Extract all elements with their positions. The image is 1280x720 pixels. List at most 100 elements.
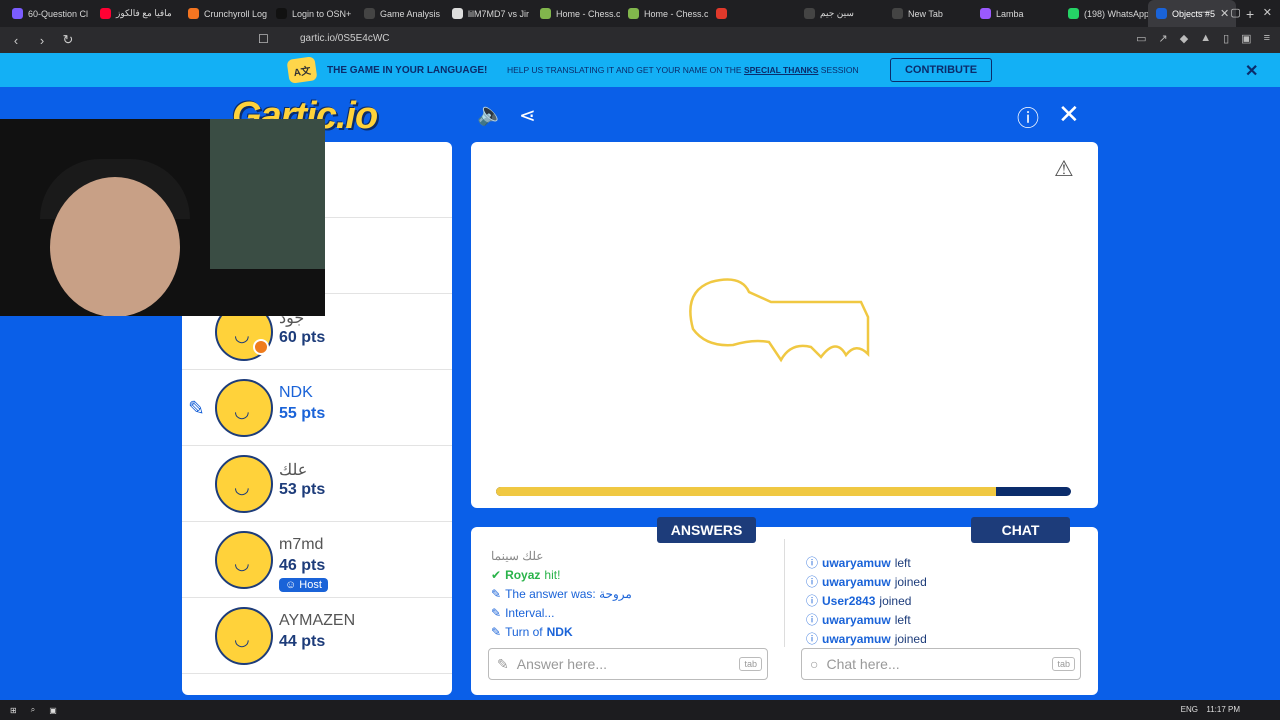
info-icon[interactable]: ⓘ: [1017, 101, 1039, 133]
chat-user[interactable]: uwaryamuw: [822, 575, 891, 589]
tab-label: Game Analysis: [380, 8, 441, 19]
window-controls: — ▢ ✕: [1197, 6, 1272, 19]
host-badge: ☺ Host: [279, 578, 328, 592]
tab-key-hint-chat: tab: [1052, 657, 1075, 671]
player-name: m7md: [279, 536, 324, 553]
status-dot: [253, 339, 269, 355]
window-close-icon[interactable]: ✕: [1263, 6, 1272, 19]
browser-toolbar-icons: ▭ ↗ ◆ ▲ ▯ ▣ ≡: [1136, 32, 1270, 45]
tab-favicon-icon: [540, 8, 551, 19]
taskview-icon[interactable]: ▣: [49, 706, 57, 715]
message-text: The answer was: مروحة: [505, 587, 632, 601]
avatar-face-icon: ◡: [234, 629, 250, 649]
timer-bar: [496, 487, 1071, 496]
forward-icon[interactable]: ›: [32, 33, 52, 48]
browser-tab[interactable]: New Tab: [884, 0, 972, 27]
player-row: ◡ m7md 46 pts ☺ Host: [182, 522, 452, 598]
message-icon: ✎: [491, 587, 502, 601]
message-text: علك سينما: [491, 549, 544, 563]
tab-label: 60-Question Cl: [28, 8, 89, 19]
brave-icon[interactable]: ◆: [1180, 32, 1188, 45]
language-indicator[interactable]: ENG: [1181, 705, 1198, 714]
browser-tab[interactable]: Login to OSN+: [268, 0, 356, 27]
player-name: علك: [279, 462, 308, 479]
browser-tab[interactable]: سين جيم: [796, 0, 884, 27]
tab-label: (198) WhatsApp: [1084, 8, 1148, 19]
wallet-icon[interactable]: ▣: [1241, 32, 1251, 45]
answer-message: ✎ The answer was: مروحة: [491, 587, 632, 601]
answers-tab[interactable]: ANSWERS: [657, 517, 756, 543]
report-icon[interactable]: ⚠: [1054, 156, 1074, 182]
special-thanks-link[interactable]: SPECIAL THANKS: [744, 65, 818, 75]
tab-favicon-icon: [1068, 8, 1079, 19]
browser-tab[interactable]: Home - Chess.c: [532, 0, 620, 27]
start-icon[interactable]: ⊞: [10, 706, 17, 715]
sidebar-icon[interactable]: ▯: [1223, 32, 1229, 45]
taskbar: ⊞ ⌕ ▣ ENG 11:17 PM: [0, 700, 1280, 720]
browser-tab[interactable]: مافيا مع فالكوز: [92, 0, 180, 27]
share-icon[interactable]: ↗: [1159, 32, 1168, 45]
drawing-pencil-icon: ✎: [188, 398, 205, 420]
browser-tab[interactable]: lilM7MD7 vs Jir: [444, 0, 532, 27]
player-points: 44 pts: [279, 633, 326, 650]
minimize-icon[interactable]: —: [1197, 6, 1208, 19]
answer-message: ✎ Turn of NDK: [491, 625, 573, 639]
reload-icon[interactable]: ↻: [58, 32, 78, 48]
bookmark-icon[interactable]: ☐: [258, 32, 269, 46]
host-label: Host: [299, 579, 322, 591]
chat-message: ⓘ uwaryamuw left: [806, 611, 911, 628]
browser-tab[interactable]: Home - Chess.c: [620, 0, 708, 27]
player-avatar: ◡: [215, 531, 273, 589]
tab-favicon-icon: [364, 8, 375, 19]
share-game-icon[interactable]: ⋖: [519, 103, 536, 128]
screen-icon[interactable]: ▭: [1136, 32, 1146, 45]
chat-user[interactable]: uwaryamuw: [822, 632, 891, 646]
answer-placeholder: Answer here...: [516, 656, 607, 672]
browser-tab[interactable]: Game Analysis: [356, 0, 444, 27]
tab-favicon-icon: [12, 8, 23, 19]
browser-tab[interactable]: Lamba: [972, 0, 1060, 27]
browser-tab[interactable]: Crunchyroll Log: [180, 0, 268, 27]
tab-favicon-icon: [188, 8, 199, 19]
contribute-button[interactable]: CONTRIBUTE: [890, 58, 992, 82]
banner-help-text: HELP US TRANSLATING IT AND GET YOUR NAME…: [507, 65, 859, 75]
message-name[interactable]: Royaz: [505, 568, 540, 582]
tab-favicon-icon: [628, 8, 639, 19]
maximize-icon[interactable]: ▢: [1230, 6, 1240, 19]
answer-message: ✔ Royaz hit!: [491, 568, 560, 582]
chat-user[interactable]: uwaryamuw: [822, 613, 891, 627]
sound-icon[interactable]: 🔈: [477, 101, 504, 127]
tab-label: سين جيم: [820, 8, 854, 18]
close-banner-icon[interactable]: ✕: [1245, 61, 1258, 81]
browser-tab[interactable]: [708, 0, 796, 27]
clock[interactable]: 11:17 PM: [1206, 705, 1240, 714]
avatar-face-icon: ◡: [234, 325, 250, 345]
message-name[interactable]: NDK: [547, 625, 573, 639]
chat-bubble-icon: ○: [810, 656, 819, 672]
search-icon[interactable]: ⌕: [31, 705, 35, 715]
message-text: Interval...: [505, 606, 555, 620]
chat-user[interactable]: User2843: [822, 594, 875, 608]
info-circle-icon: ⓘ: [806, 632, 819, 646]
answer-input[interactable]: ✎ Answer here... tab: [488, 648, 768, 680]
avatar-face-icon: ◡: [234, 553, 250, 573]
exit-icon[interactable]: ✕: [1058, 99, 1080, 130]
drawing-canvas[interactable]: ⚠: [471, 142, 1098, 508]
browser-tab[interactable]: (198) WhatsApp: [1060, 0, 1148, 27]
player-points: 46 pts: [279, 557, 326, 574]
browser-tab[interactable]: 60-Question Cl: [4, 0, 92, 27]
avatar-face-icon: ◡: [234, 401, 250, 421]
menu-icon[interactable]: ≡: [1264, 32, 1270, 45]
tab-key-hint: tab: [739, 657, 762, 671]
back-icon[interactable]: ‹: [6, 33, 26, 48]
url-field[interactable]: gartic.io/0S5E4cWC: [300, 33, 389, 44]
chat-text: joined: [879, 593, 912, 608]
rewards-icon[interactable]: ▲: [1200, 32, 1211, 45]
chat-message: ⓘ uwaryamuw left: [806, 554, 911, 571]
address-bar: ‹ › ↻ ☐ gartic.io/0S5E4cWC ▭ ↗ ◆ ▲ ▯ ▣ ≡: [0, 27, 1280, 53]
chat-tab[interactable]: CHAT: [971, 517, 1070, 543]
chat-input[interactable]: ○ Chat here... tab: [801, 648, 1081, 680]
answer-message: علك سينما: [491, 549, 543, 563]
webcam-person: [50, 177, 180, 316]
chat-user[interactable]: uwaryamuw: [822, 556, 891, 570]
